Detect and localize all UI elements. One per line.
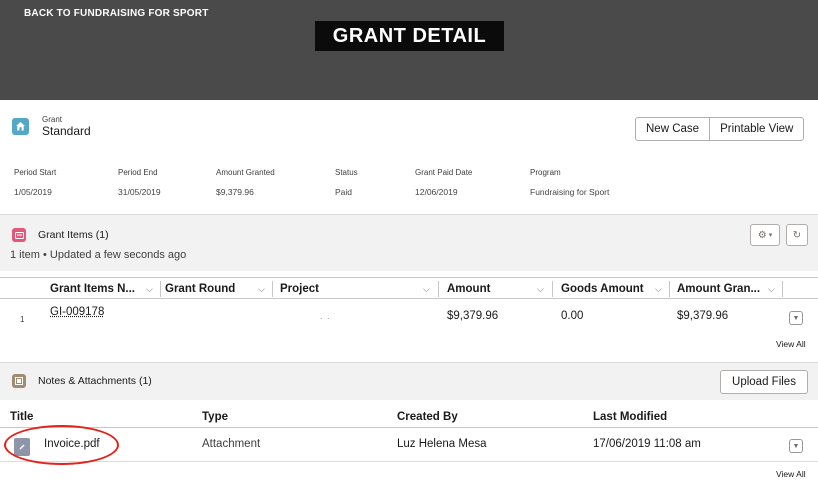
field-value-program: Fundraising for Sport bbox=[530, 187, 610, 197]
card-icon bbox=[12, 228, 26, 242]
grant-items-subtitle: 1 item • Updated a few seconds ago bbox=[10, 249, 187, 261]
note-icon bbox=[12, 374, 26, 388]
new-case-button[interactable]: New Case bbox=[636, 118, 709, 140]
row-divider bbox=[0, 461, 818, 462]
field-value-period-end: 31/05/2019 bbox=[118, 187, 161, 197]
chevron-down-icon: ▼ bbox=[792, 442, 800, 450]
grant-items-view-all-link[interactable]: View All bbox=[776, 339, 806, 349]
field-label-amount-granted: Amount Granted bbox=[216, 168, 275, 177]
chevron-down-icon: ▾ bbox=[768, 232, 773, 239]
grant-item-amount: $9,379.96 bbox=[447, 310, 499, 322]
back-to-program-link[interactable]: BACK TO FUNDRAISING FOR SPORT bbox=[24, 8, 209, 19]
page-header-banner: BACK TO FUNDRAISING FOR SPORT GRANT DETA… bbox=[0, 0, 818, 100]
record-name: Standard bbox=[42, 124, 91, 138]
field-value-grant-paid-date: 12/06/2019 bbox=[415, 187, 458, 197]
column-header-amount[interactable]: Amount bbox=[447, 278, 527, 300]
notes-view-all-link[interactable]: View All bbox=[776, 469, 806, 479]
highlight-annotation-circle bbox=[4, 425, 119, 465]
notes-title[interactable]: Notes & Attachments (1) bbox=[38, 375, 152, 387]
chevron-down-icon[interactable]: ⌵ bbox=[768, 278, 775, 300]
column-divider[interactable] bbox=[438, 281, 439, 297]
chevron-down-icon[interactable]: ⌵ bbox=[537, 278, 544, 300]
chevron-down-icon[interactable]: ⌵ bbox=[258, 278, 265, 300]
upload-files-button[interactable]: Upload Files bbox=[720, 370, 808, 394]
home-icon bbox=[12, 118, 29, 135]
page-title: GRANT DETAIL bbox=[315, 21, 504, 51]
field-label-program: Program bbox=[530, 168, 561, 177]
chevron-down-icon[interactable]: ⌵ bbox=[146, 278, 153, 300]
chevron-down-icon[interactable]: ⌵ bbox=[423, 278, 430, 300]
refresh-button[interactable]: ↻ bbox=[786, 224, 808, 246]
truncated-value: . . bbox=[320, 311, 331, 321]
column-divider[interactable] bbox=[272, 281, 273, 297]
field-value-amount-granted: $9,379.96 bbox=[216, 187, 254, 197]
row-actions-button[interactable]: ▼ bbox=[789, 311, 803, 325]
printable-view-button[interactable]: Printable View bbox=[709, 118, 803, 140]
column-divider[interactable] bbox=[669, 281, 670, 297]
column-header-grant-items-name[interactable]: Grant Items N... bbox=[50, 278, 146, 300]
chevron-down-icon[interactable]: ⌵ bbox=[655, 278, 662, 300]
column-divider[interactable] bbox=[782, 281, 783, 297]
refresh-icon: ↻ bbox=[792, 229, 802, 241]
column-header-last-modified[interactable]: Last Modified bbox=[593, 406, 693, 428]
column-divider[interactable] bbox=[160, 281, 161, 297]
column-header-goods-amount[interactable]: Goods Amount bbox=[561, 278, 651, 300]
column-header-grant-round[interactable]: Grant Round bbox=[165, 278, 245, 300]
field-value-status: Paid bbox=[335, 187, 353, 197]
column-divider[interactable] bbox=[552, 281, 553, 297]
field-label-period-start: Period Start bbox=[14, 168, 57, 177]
column-header-project[interactable]: Project bbox=[280, 278, 360, 300]
grant-items-table-header: Grant Items N... ⌵ Grant Round ⌵ Project… bbox=[0, 277, 818, 299]
settings-menu-button[interactable]: ⚙ ▾ bbox=[750, 224, 780, 246]
record-type-label: Grant bbox=[42, 115, 63, 124]
row-actions-button[interactable]: ▼ bbox=[789, 439, 803, 453]
attachment-last-modified: 17/06/2019 11:08 am bbox=[593, 438, 701, 450]
column-header-type[interactable]: Type bbox=[202, 406, 282, 428]
field-label-status: Status bbox=[335, 168, 358, 177]
grant-items-card-header bbox=[0, 214, 818, 271]
notes-table-header: Title Type Created By Last Modified bbox=[0, 406, 818, 428]
gear-icon: ⚙ bbox=[757, 229, 767, 241]
field-label-period-end: Period End bbox=[118, 168, 158, 177]
column-header-created-by[interactable]: Created By bbox=[397, 406, 497, 428]
record-actions: New Case Printable View bbox=[635, 117, 805, 141]
field-label-grant-paid-date: Grant Paid Date bbox=[415, 168, 473, 177]
field-value-period-start: 1/05/2019 bbox=[14, 187, 52, 197]
column-header-amount-granted[interactable]: Amount Gran... bbox=[677, 278, 763, 300]
grant-item-amount-granted: $9,379.96 bbox=[677, 310, 729, 322]
grant-item-name-link[interactable]: GI-009178 bbox=[50, 306, 104, 318]
grant-item-goods-amount: 0.00 bbox=[561, 310, 584, 322]
attachment-created-by: Luz Helena Mesa bbox=[397, 438, 487, 450]
row-number: 1 bbox=[20, 315, 25, 324]
attachment-type: Attachment bbox=[202, 438, 261, 450]
chevron-down-icon: ▼ bbox=[792, 314, 800, 322]
grant-items-title[interactable]: Grant Items (1) bbox=[38, 229, 109, 241]
